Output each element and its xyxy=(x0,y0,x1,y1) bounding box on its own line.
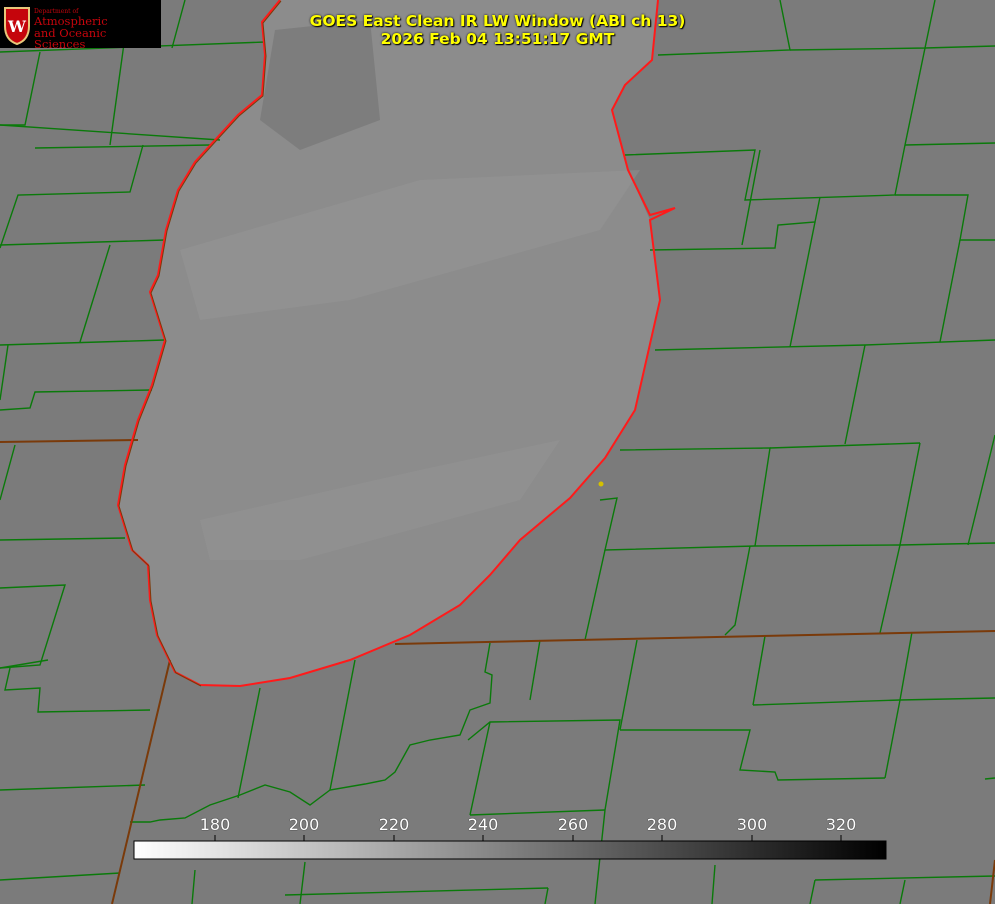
colorbar-tick-label: 220 xyxy=(378,815,410,834)
colorbar-tick-label: 240 xyxy=(467,815,499,834)
colorbar xyxy=(133,840,887,860)
uw-aos-logo: W Department of Atmospheric and Oceanic … xyxy=(0,0,161,51)
colorbar-tick-label: 300 xyxy=(736,815,768,834)
map-title: GOES East Clean IR LW Window (ABI ch 13) xyxy=(309,12,686,30)
colorbar-tick-label: 180 xyxy=(199,815,231,834)
satellite-map xyxy=(0,0,995,904)
uw-crest-icon: W xyxy=(4,7,30,46)
svg-text:W: W xyxy=(7,17,27,36)
logo-line2: and Oceanic Sciences xyxy=(34,25,107,51)
colorbar-tick-label: 260 xyxy=(557,815,589,834)
colorbar-tick-label: 200 xyxy=(288,815,320,834)
map-timestamp: 2026 Feb 04 13:51:17 GMT xyxy=(380,30,615,48)
colorbar-tick-label: 280 xyxy=(646,815,678,834)
location-marker xyxy=(598,481,604,487)
colorbar-tick-label: 320 xyxy=(825,815,857,834)
